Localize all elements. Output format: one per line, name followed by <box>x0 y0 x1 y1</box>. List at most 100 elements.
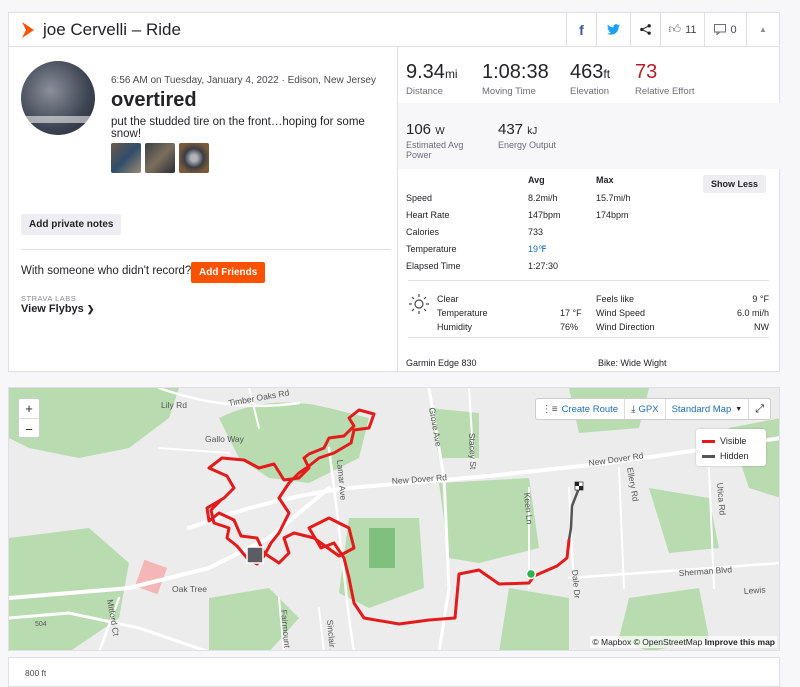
zoom-controls: + − <box>18 398 40 438</box>
row-label: Calories <box>406 227 440 237</box>
map-label-gallo-way: Gallo Way <box>205 434 245 444</box>
stat-moving-time: 1:08:38 Moving Time <box>482 61 549 97</box>
activity-photos <box>111 143 209 173</box>
attribution-text[interactable]: © Mapbox © OpenStreetMap <box>592 637 702 647</box>
route-photo-marker[interactable] <box>246 546 264 564</box>
fullscreen-button[interactable]: ⤢ <box>749 399 770 419</box>
weather-temperature-value: 17 °F <box>560 308 582 318</box>
stat-unit: ft <box>603 67 611 81</box>
map-card: Lily Rd Timber Oaks Rd Gallo Way Grove A… <box>8 387 780 651</box>
map-style-dropdown[interactable]: Standard Map ▼ <box>666 399 750 419</box>
create-route-button[interactable]: ⋮≡ Create Route <box>536 399 626 419</box>
stat-value: 73 <box>635 61 658 83</box>
activity-header-title: joe Cervelli – Ride <box>43 19 181 39</box>
stat-relative-effort[interactable]: 73 Relative Effort <box>635 61 695 97</box>
add-private-notes-button[interactable]: Add private notes <box>21 214 122 235</box>
weather-wind-direction-value: NW <box>754 322 769 332</box>
legend-hidden-label: Hidden <box>720 451 749 461</box>
comment-icon <box>714 24 727 35</box>
route-map[interactable]: Lily Rd Timber Oaks Rd Gallo Way Grove A… <box>9 388 780 651</box>
chevron-up-icon: ▲ <box>759 25 767 34</box>
zoom-in-button[interactable]: + <box>19 399 39 419</box>
with-someone-text: With someone who didn't record? <box>21 265 192 277</box>
kudos-button[interactable]: 👍︎ 11 <box>660 13 704 46</box>
route-start-marker[interactable] <box>525 568 537 580</box>
facebook-icon: f <box>579 21 584 38</box>
map-style-label: Standard Map <box>671 403 732 415</box>
plus-icon: + <box>25 401 33 416</box>
chevron-right-icon: ❯ <box>86 304 95 314</box>
stat-elevation: 463ft Elevation <box>570 61 610 97</box>
create-route-label: Create Route <box>561 403 619 415</box>
weather-condition: Clear <box>437 294 459 304</box>
add-friends-button[interactable]: Add Friends <box>191 262 266 283</box>
device-name: Garmin Edge 830 <box>406 358 477 368</box>
download-icon: ⤓ <box>631 403 636 415</box>
row-label: Speed <box>406 193 433 203</box>
share-icon <box>640 24 651 35</box>
route-legend: Visible Hidden <box>696 429 766 466</box>
stat-value: 437 <box>498 121 524 138</box>
stat-label: Relative Effort <box>635 86 695 97</box>
weather-temperature-label: Temperature <box>437 308 488 318</box>
activity-description: put the studded tire on the front…hoping… <box>111 116 365 140</box>
stat-avg-power: 106 W Estimated Avg Power <box>406 121 476 160</box>
zoom-out-button[interactable]: − <box>19 419 39 439</box>
map-label-lewis: Lewis <box>743 585 765 596</box>
stats-row-temperature: Temperature 19℉ <box>398 244 781 261</box>
row-label: Elapsed Time <box>406 261 461 271</box>
strava-labs-label: STRAVA LABS <box>21 294 77 303</box>
stat-label: Elevation <box>570 86 610 97</box>
row-avg: 733 <box>528 227 544 237</box>
divider <box>21 249 391 250</box>
gpx-download-button[interactable]: ⤓ GPX <box>625 399 666 419</box>
row-label: Temperature <box>406 244 457 254</box>
photo-thumbnail[interactable] <box>111 143 141 173</box>
weather-feels-like-label: Feels like <box>596 294 635 304</box>
stats-row-speed: Speed 8.2mi/h 15.7mi/h <box>398 193 781 210</box>
expand-icon: ⤢ <box>755 402 764 415</box>
map-attribution: © Mapbox © OpenStreetMap Improve this ma… <box>590 636 777 648</box>
comments-button[interactable]: 0 <box>704 13 746 46</box>
legend-swatch <box>702 454 715 458</box>
facebook-share-button[interactable]: f <box>566 13 596 46</box>
stat-label: Distance <box>406 86 443 97</box>
max-column-header: Max <box>596 175 614 185</box>
twitter-share-button[interactable] <box>596 13 630 46</box>
stats-row-heart-rate: Heart Rate 147bpm 174bpm <box>398 210 781 227</box>
activity-datetime-location: 6:56 AM on Tuesday, January 4, 2022 · Ed… <box>111 75 376 86</box>
photo-thumbnail[interactable] <box>179 143 209 173</box>
athlete-avatar[interactable] <box>21 61 95 135</box>
activity-card: joe Cervelli – Ride f 👍︎ 11 0 ▲ 6:56 AM … <box>8 12 781 372</box>
weather-wind-speed-value: 6.0 mi/h <box>736 308 769 318</box>
map-label-lily-rd: Lily Rd <box>161 400 187 410</box>
legend-swatch <box>702 439 715 443</box>
stat-unit: W <box>435 126 445 137</box>
primary-stats: 9.34mi Distance 1:08:38 Moving Time 463f… <box>398 47 781 103</box>
activity-header: joe Cervelli – Ride f 👍︎ 11 0 ▲ <box>9 13 779 47</box>
route-finish-flag-icon[interactable] <box>574 481 584 491</box>
stat-energy-output: 437 kJ Energy Output <box>498 121 556 150</box>
share-button[interactable] <box>630 13 660 46</box>
view-flybys-link[interactable]: View Flybys ❯ <box>21 303 94 315</box>
row-max: 174bpm <box>596 210 629 220</box>
row-label: Heart Rate <box>406 210 450 220</box>
legend-visible-label: Visible <box>720 436 747 446</box>
stats-row-calories: Calories 733 <box>398 227 781 244</box>
weather-feels-like-value: 9 °F <box>752 294 769 304</box>
photo-thumbnail[interactable] <box>145 143 175 173</box>
improve-map-link[interactable]: Improve this map <box>705 637 775 647</box>
caret-down-icon: ▼ <box>735 405 743 413</box>
gpx-label: GPX <box>638 403 659 415</box>
bike-name[interactable]: Bike: Wide Wight <box>598 358 667 368</box>
collapse-button[interactable]: ▲ <box>746 13 779 46</box>
stat-label: Energy Output <box>498 140 557 150</box>
show-less-button[interactable]: Show Less <box>702 175 766 193</box>
stat-distance: 9.34mi Distance <box>406 61 458 97</box>
activity-summary: 6:56 AM on Tuesday, January 4, 2022 · Ed… <box>9 47 397 372</box>
stat-label: Moving Time <box>482 86 536 97</box>
stat-value: 106 <box>406 121 432 138</box>
elevation-axis-label: 800 ft <box>25 668 47 678</box>
twitter-icon <box>607 24 620 35</box>
weather-wind-direction-label: Wind Direction <box>596 322 655 332</box>
